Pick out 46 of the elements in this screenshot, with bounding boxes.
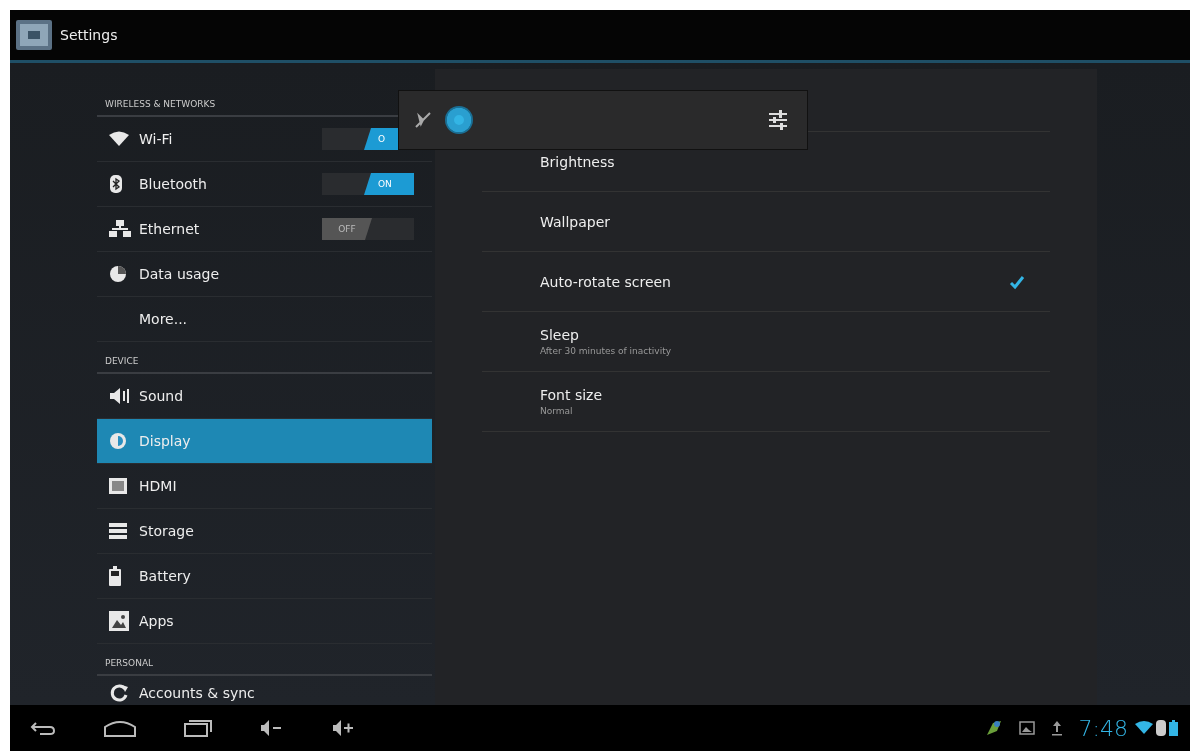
sidebar-item[interactable]: Bluetooth ON [97, 162, 432, 207]
bluetooth-icon [109, 175, 123, 193]
sliders-icon[interactable] [767, 109, 789, 131]
recent-apps-icon[interactable] [184, 719, 212, 737]
back-icon[interactable] [30, 720, 56, 736]
settings-row[interactable]: Wallpaper [482, 192, 1050, 252]
speaker-icon [109, 387, 131, 405]
section-header: PERSONAL [97, 644, 432, 676]
stack-icon [109, 523, 127, 539]
image-icon [109, 611, 129, 631]
toggle-switch[interactable]: OFF [322, 218, 414, 240]
battery-icon [109, 566, 121, 586]
home-icon[interactable] [104, 719, 136, 737]
bluetooth-status-icon [1156, 720, 1166, 736]
window-title: Settings [60, 27, 118, 43]
volume-up-icon[interactable] [332, 719, 356, 737]
contrast-icon [109, 432, 127, 450]
sidebar-item[interactable]: Ethernet OFF [97, 207, 432, 252]
sidebar-item[interactable]: HDMI [97, 464, 432, 509]
image-icon[interactable] [1018, 721, 1035, 735]
sync-icon [109, 683, 129, 703]
settings-row[interactable]: Font size Normal [482, 372, 1050, 432]
sidebar-item[interactable]: Data usage [97, 252, 432, 297]
battery-status-icon [1169, 720, 1178, 736]
upload-icon[interactable] [1050, 720, 1063, 736]
volume-down-icon[interactable] [260, 719, 284, 737]
monitor-icon [109, 477, 127, 495]
section-header: DEVICE [97, 342, 432, 374]
settings-row[interactable]: Sleep After 30 minutes of inactivity [482, 312, 1050, 372]
setting-summary: Normal [540, 406, 574, 416]
pie-chart-icon [109, 265, 127, 283]
wifi-icon [109, 131, 129, 147]
sidebar-item[interactable]: More... [97, 297, 432, 342]
network-icon [109, 220, 131, 238]
wifi-signal-icon [1135, 721, 1153, 735]
sidebar-item[interactable]: Storage [97, 509, 432, 554]
sidebar-item[interactable]: Display [97, 419, 432, 464]
sidebar-item[interactable]: Apps [97, 599, 432, 644]
setting-summary: After 30 minutes of inactivity [540, 346, 672, 356]
settings-app-icon[interactable] [16, 20, 52, 50]
brightness-auto-icon[interactable] [413, 110, 433, 130]
notification-icon[interactable] [984, 719, 1003, 737]
slider-thumb[interactable] [447, 108, 471, 132]
sidebar-item[interactable]: Battery [97, 554, 432, 599]
clock: 7:48 [1078, 715, 1128, 741]
settings-row[interactable]: Auto-rotate screen [482, 252, 1050, 312]
